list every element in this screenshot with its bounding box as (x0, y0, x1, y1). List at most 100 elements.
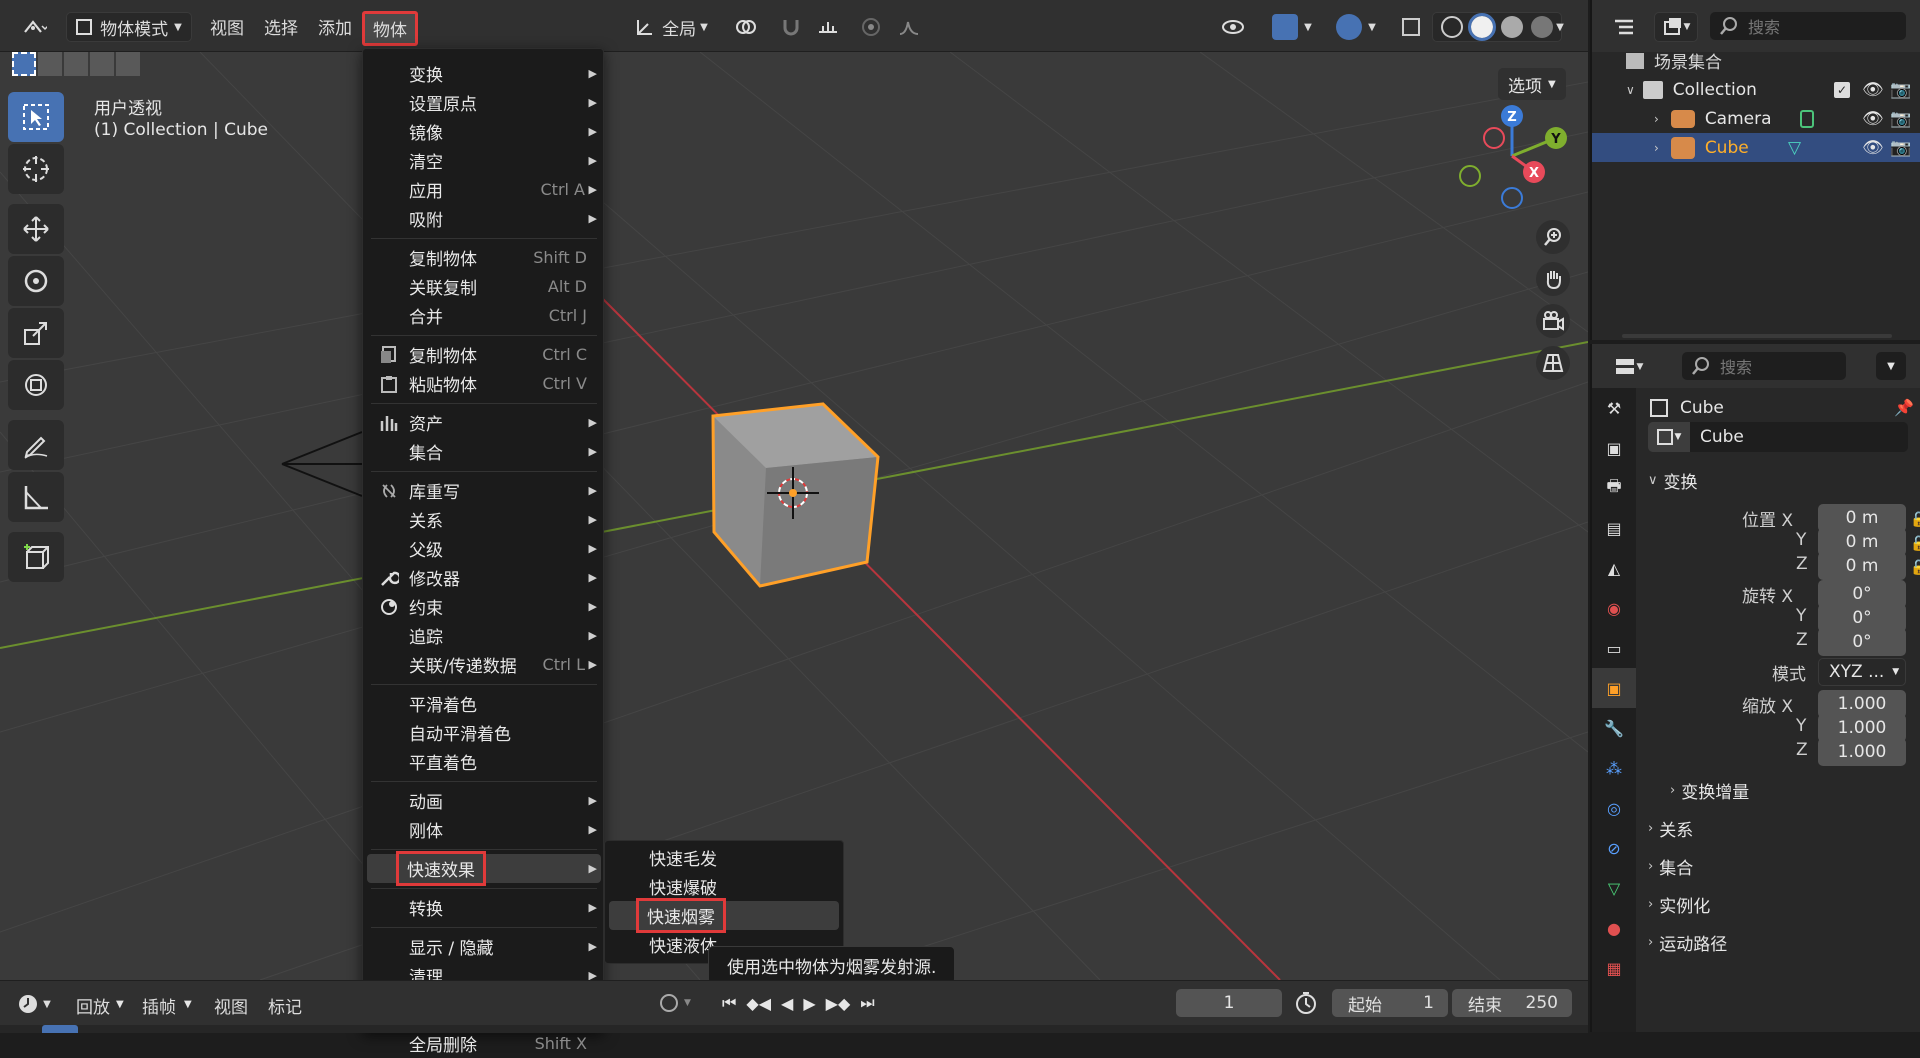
next-keyframe-icon[interactable]: ▶◆ (826, 994, 851, 1013)
menu-item-paste[interactable]: 粘贴物体 Ctrl V (363, 369, 605, 398)
pan-button[interactable] (1536, 262, 1570, 296)
overlay-toggle[interactable]: ▼ (1330, 12, 1382, 42)
menu-item-shade-smooth[interactable]: 平滑着色 (363, 689, 605, 718)
object-name-field[interactable]: Cube (1690, 422, 1908, 452)
menu-item-duplicate-linked[interactable]: 关联复制 Alt D (363, 272, 605, 301)
menu-item-rigid-body[interactable]: 刚体 ▶ (363, 815, 605, 844)
pivot-point-button[interactable] (724, 12, 768, 42)
lock-icon[interactable]: 🔓 (1910, 556, 1920, 580)
collection-tab-icon[interactable]: ▭ (1592, 628, 1636, 668)
camera-view-button[interactable] (1536, 304, 1570, 338)
outliner-search-input[interactable]: 搜索 (1710, 12, 1906, 40)
outliner-collection-row[interactable]: ∨ Collection ✓ 👁 📷 (1592, 75, 1920, 104)
output-tab-icon[interactable]: 🖶 (1592, 468, 1636, 508)
scale-tool[interactable] (8, 308, 64, 358)
constraints-tab-icon[interactable]: ⊘ (1592, 828, 1636, 868)
rotation-z-field[interactable]: 0° (1818, 628, 1906, 656)
menu-item-mirror[interactable]: 镜像 ▶ (363, 117, 605, 146)
mode-select[interactable]: 物体模式 ▼ (66, 12, 192, 42)
instancing-section[interactable]: › 实例化 (1648, 892, 1710, 917)
collections-section[interactable]: › 集合 (1648, 854, 1693, 879)
menu-item-constraint[interactable]: 约束 ▶ (363, 592, 605, 621)
menu-item-relations[interactable]: 关系 ▶ (363, 505, 605, 534)
menu-item-set-origin[interactable]: 设置原点 ▶ (363, 88, 605, 117)
timeline-editor-type[interactable]: ▼ (12, 989, 56, 1019)
material-shading-icon[interactable] (1501, 16, 1523, 38)
view-layer-tab-icon[interactable]: ▤ (1592, 508, 1636, 548)
render-camera-icon[interactable]: 📷 (1890, 138, 1911, 158)
menu-select[interactable]: 选择 (264, 14, 298, 39)
menu-item-parent[interactable]: 父级 ▶ (363, 534, 605, 563)
object-browse-button[interactable]: ▼ (1648, 422, 1690, 452)
properties-editor-type[interactable]: ▼ (1606, 352, 1650, 382)
menu-item-duplicate[interactable]: 复制物体 Shift D (363, 243, 605, 272)
menu-item-asset[interactable]: 资产 ▶ (363, 408, 605, 437)
play-reverse-icon[interactable]: ◀ (781, 994, 793, 1013)
menu-item-track[interactable]: 追踪 ▶ (363, 621, 605, 650)
menu-item-join[interactable]: 合并 Ctrl J (363, 301, 605, 330)
wireframe-shading-icon[interactable] (1441, 16, 1463, 38)
auto-keying-toggle[interactable]: ▼ (660, 989, 700, 1017)
menu-item-snap[interactable]: 吸附 ▶ (363, 204, 605, 233)
editor-type-button[interactable] (10, 12, 58, 42)
stopwatch-icon[interactable] (1294, 991, 1318, 1019)
delta-transform-section[interactable]: › 变换增量 (1670, 778, 1749, 803)
object-tab-icon[interactable]: ▣ (1592, 668, 1636, 708)
select-subtract-icon[interactable] (64, 52, 88, 76)
world-tab-icon[interactable]: ◉ (1592, 588, 1636, 628)
lock-icon[interactable]: 🔓 (1910, 532, 1920, 556)
move-tool[interactable] (8, 204, 64, 254)
timeline-view-menu[interactable]: 视图 (214, 993, 248, 1018)
playback-menu[interactable]: 回放 (76, 993, 110, 1018)
motion-paths-section[interactable]: › 运动路径 (1648, 930, 1727, 955)
menu-item-apply[interactable]: 应用 Ctrl A ▶ (363, 175, 605, 204)
outliner-camera-row[interactable]: › Camera 👁 📷 (1592, 104, 1920, 133)
measure-tool[interactable] (8, 472, 64, 522)
zoom-button[interactable] (1536, 220, 1570, 254)
eye-icon[interactable]: 👁 (1862, 80, 1884, 100)
menu-item-show-hide[interactable]: 显示 / 隐藏 ▶ (363, 932, 605, 961)
proportional-edit-toggle[interactable] (856, 12, 886, 42)
cursor-tool[interactable] (8, 144, 64, 194)
submenu-item-quick-fur[interactable]: 快速毛发 (605, 843, 845, 872)
outliner-scene-collection[interactable]: 场景集合 (1592, 46, 1920, 75)
location-z-field[interactable]: 0 m (1818, 552, 1906, 580)
transform-section-header[interactable]: ∨ 变换 (1648, 468, 1698, 493)
start-frame-field[interactable]: 起始 1 (1332, 989, 1448, 1017)
menu-item-convert[interactable]: 转换 ▶ (363, 893, 605, 922)
transform-tool[interactable] (8, 360, 64, 410)
menu-item-copy[interactable]: 复制物体 Ctrl C (363, 340, 605, 369)
pin-icon[interactable]: 📌 (1894, 398, 1914, 417)
play-icon[interactable]: ▶ (803, 994, 815, 1013)
menu-item-shade-flat[interactable]: 平直着色 (363, 747, 605, 776)
menu-item-modifiers[interactable]: 修改器 ▶ (363, 563, 605, 592)
menu-add[interactable]: 添加 (318, 14, 352, 39)
render-camera-icon[interactable]: 📷 (1890, 109, 1911, 129)
data-tab-icon[interactable]: ▽ (1592, 868, 1636, 908)
rotate-tool[interactable] (8, 256, 64, 306)
jump-end-icon[interactable]: ⏭ (860, 993, 874, 1013)
prev-keyframe-icon[interactable]: ◆◀ (746, 994, 771, 1013)
scale-z-field[interactable]: 1.000 (1818, 738, 1906, 766)
outliner-cube-row[interactable]: › Cube ▽ 👁 📷 (1592, 133, 1920, 162)
gizmo-toggle[interactable]: ▼ (1266, 12, 1318, 42)
submenu-item-quick-smoke[interactable]: 快速烟雾 (609, 898, 839, 933)
select-new-icon[interactable] (12, 52, 36, 76)
jump-start-icon[interactable]: ⏮ (722, 993, 736, 1013)
annotate-tool[interactable] (8, 420, 64, 470)
select-box-tool[interactable] (8, 92, 64, 142)
menu-item-shade-auto-smooth[interactable]: 自动平滑着色 (363, 718, 605, 747)
visibility-dropdown[interactable] (1210, 12, 1258, 42)
menu-item-clear[interactable]: 清空 ▶ (363, 146, 605, 175)
menu-item-collection[interactable]: 集合 ▶ (363, 437, 605, 466)
select-intersect-icon[interactable] (116, 52, 140, 76)
xray-toggle[interactable] (1396, 12, 1426, 42)
transform-orientation-select[interactable]: 全局 ▼ (626, 12, 716, 42)
menu-item-animation[interactable]: 动画 ▶ (363, 786, 605, 815)
outliner-scrollbar[interactable] (1622, 334, 1892, 338)
shading-options-chevron[interactable]: ▼ (1548, 12, 1572, 42)
perspective-toggle-button[interactable] (1536, 346, 1570, 380)
render-tab-icon[interactable]: ▣ (1592, 428, 1636, 468)
properties-options-button[interactable]: ▼ (1876, 352, 1906, 380)
menu-object[interactable]: 物体 (362, 11, 418, 46)
